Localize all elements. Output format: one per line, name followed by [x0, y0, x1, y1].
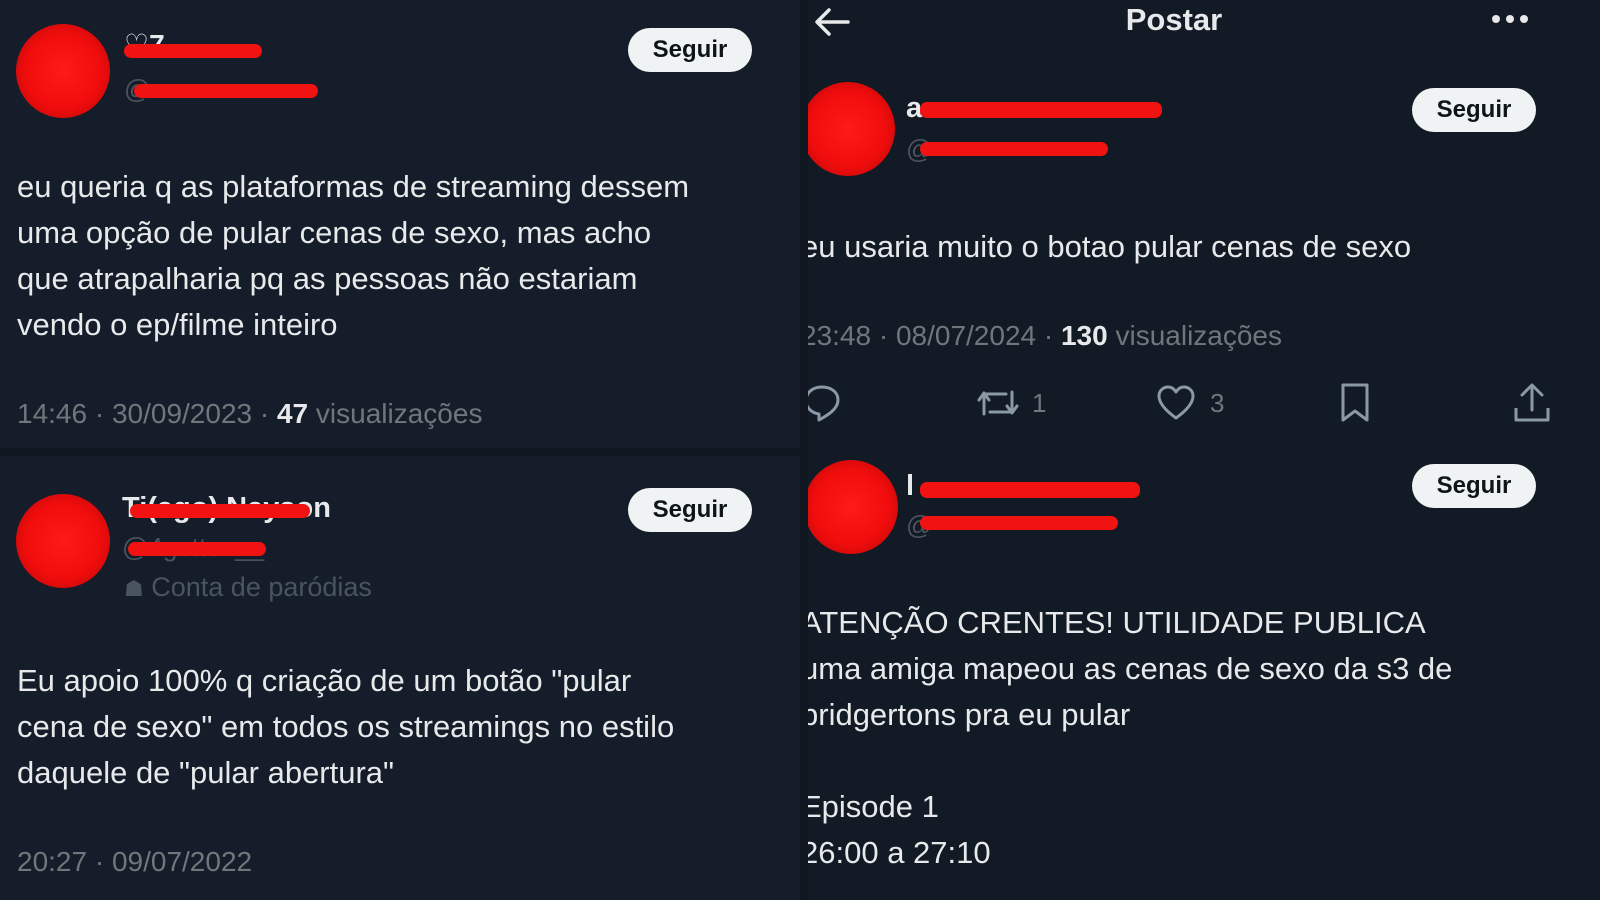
panel-divider-horizontal [0, 448, 800, 456]
like-heart-icon[interactable] [1156, 384, 1196, 422]
tweet-text: eu usaria muito o botao pular cenas de s… [808, 229, 1412, 264]
redaction-mark [128, 542, 266, 556]
views-count: 47 [276, 398, 309, 429]
tweet-meta: 20:27 · 09/07/2022 [17, 846, 252, 878]
tweet-meta: 14:46 · 30/09/2023 · 47 visualizações [17, 398, 482, 430]
redaction-mark [920, 516, 1118, 530]
avatar[interactable] [808, 82, 895, 176]
parody-mask-icon: ☗ [124, 576, 144, 601]
redaction-mark [920, 102, 1162, 118]
avatar[interactable] [16, 24, 110, 118]
views-count: 130 [1060, 320, 1108, 351]
redaction-mark [920, 482, 1140, 498]
account-subtitle: Conta de paródias [151, 572, 372, 602]
share-icon[interactable] [1512, 382, 1552, 424]
retweet-icon[interactable] [976, 384, 1020, 422]
redaction-mark [134, 84, 318, 98]
more-options-icon[interactable] [1490, 12, 1530, 26]
follow-button[interactable]: Seguir [1412, 464, 1536, 508]
tweet-text: ATENÇÃO CRENTES! UTILIDADE PUBLICA uma a… [808, 605, 1453, 870]
redaction-mark [124, 44, 262, 58]
retweet-count: 1 [1032, 388, 1047, 418]
bookmark-icon[interactable] [1338, 382, 1372, 424]
timestamp[interactable]: 14:46 · 30/09/2023 · [17, 398, 277, 429]
avatar[interactable] [808, 460, 898, 554]
tweet-panel-1: ♡7 @ Seguir eu queria q as plataformas d… [0, 0, 800, 448]
follow-button[interactable]: Seguir [1412, 88, 1536, 132]
follow-button[interactable]: Seguir [628, 28, 752, 72]
like-count: 3 [1210, 388, 1225, 418]
redaction-mark [920, 142, 1108, 156]
tweet-panel-2: Ti(ago) Nayson @4gotten__ ☗ Conta de par… [0, 456, 800, 900]
page-title: Postar [1125, 2, 1223, 37]
tweet-text: Eu apoio 100% q criação de um botão "pul… [17, 663, 675, 790]
reply-icon[interactable] [808, 382, 842, 422]
follow-button[interactable]: Seguir [628, 488, 752, 532]
avatar[interactable] [16, 494, 110, 588]
account-label: ☗ Conta de paródias [124, 572, 372, 603]
tweet-text: eu queria q as plataformas de streaming … [17, 169, 690, 342]
views-label: visualizações [1107, 320, 1283, 351]
views-label: visualizações [308, 398, 483, 429]
display-name[interactable]: l [906, 470, 914, 503]
post-detail-panel: Postar a @ Seguir eu usaria muito o bota… [808, 0, 1600, 900]
panel-divider-vertical [800, 0, 808, 900]
redaction-mark [130, 504, 310, 518]
timestamp[interactable]: 23:48 · 08/07/2024 · [808, 320, 1061, 351]
tweet-meta: 23:48 · 08/07/2024 · 130 visualizações [808, 320, 1282, 352]
timestamp[interactable]: 20:27 · 09/07/2022 [17, 846, 252, 877]
